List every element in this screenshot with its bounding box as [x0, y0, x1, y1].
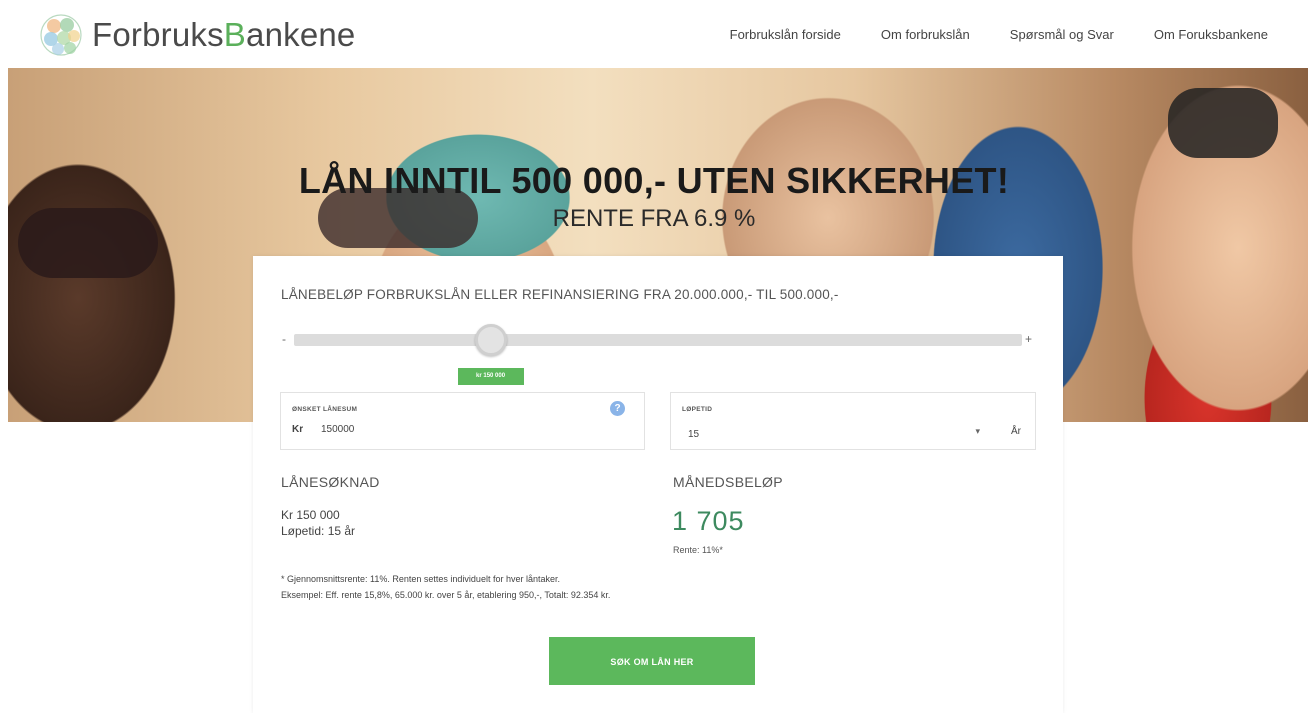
loan-term-value[interactable]: 15	[688, 429, 699, 440]
logo[interactable]: ForbruksBankene	[34, 10, 355, 60]
hero-decor	[1168, 88, 1278, 158]
loan-term-label: LØPETID	[682, 406, 713, 413]
footnote-example: Eksempel: Eff. rente 15,8%, 65.000 kr. o…	[281, 590, 611, 600]
loan-term-unit: År	[1011, 426, 1021, 437]
nav-link-sporsmal-og-svar[interactable]: Spørsmål og Svar	[1010, 27, 1114, 42]
monthly-amount-title: MÅNEDSBELØP	[673, 474, 783, 490]
application-title: LÅNESØKNAD	[281, 474, 380, 490]
monthly-amount-value: 1 705	[672, 506, 745, 536]
loan-term-select[interactable]: LØPETID 15 ▾ År	[670, 392, 1036, 450]
loan-amount-slider-track[interactable]	[294, 334, 1022, 346]
logo-text: ForbruksBankene	[92, 16, 356, 53]
help-icon[interactable]: ?	[610, 401, 625, 416]
nav-link-om-forbrukslan[interactable]: Om forbrukslån	[881, 27, 970, 42]
hero-subtitle: RENTE FRA 6.9 %	[552, 205, 756, 232]
loan-amount-slider-handle[interactable]	[474, 324, 507, 356]
chevron-down-icon[interactable]: ▾	[975, 426, 980, 437]
nav-link-om-forbruksbankene[interactable]: Om Foruksbankene	[1154, 27, 1268, 42]
loan-amount-label: ØNSKET LÅNESUM	[292, 406, 358, 413]
site-header: ForbruksBankene Forbrukslån forside Om f…	[0, 0, 1308, 68]
loan-amount-field[interactable]: ØNSKET LÅNESUM ? Kr 150000	[280, 392, 645, 450]
logo-globe-icon	[40, 14, 82, 56]
slider-decrease-button[interactable]: -	[282, 332, 286, 346]
calculator-heading: LÅNEBELØP FORBRUKSLÅN ELLER REFINANSIERI…	[281, 287, 839, 302]
loan-calculator-card: LÅNEBELØP FORBRUKSLÅN ELLER REFINANSIERI…	[253, 256, 1063, 713]
application-term: Løpetid: 15 år	[281, 524, 356, 538]
footnote-average-rate: * Gjennomsnittsrente: 11%. Renten settes…	[281, 574, 560, 584]
slider-value-tooltip: kr 150 000	[457, 368, 524, 385]
currency-prefix: Kr	[292, 424, 304, 435]
apply-loan-button[interactable]: SØK OM LÅN HER	[549, 637, 755, 685]
hero-title: LÅN INNTIL 500 000,- UTEN SIKKERHET!	[298, 160, 1010, 201]
main-nav: Forbrukslån forside Om forbrukslån Spørs…	[690, 27, 1268, 42]
application-amount: Kr 150 000	[281, 508, 340, 522]
slider-increase-button[interactable]: +	[1025, 332, 1032, 346]
nav-link-forside[interactable]: Forbrukslån forside	[730, 27, 841, 42]
interest-rate-note: Rente: 11%*	[673, 545, 723, 555]
loan-amount-input[interactable]: 150000	[321, 424, 354, 435]
